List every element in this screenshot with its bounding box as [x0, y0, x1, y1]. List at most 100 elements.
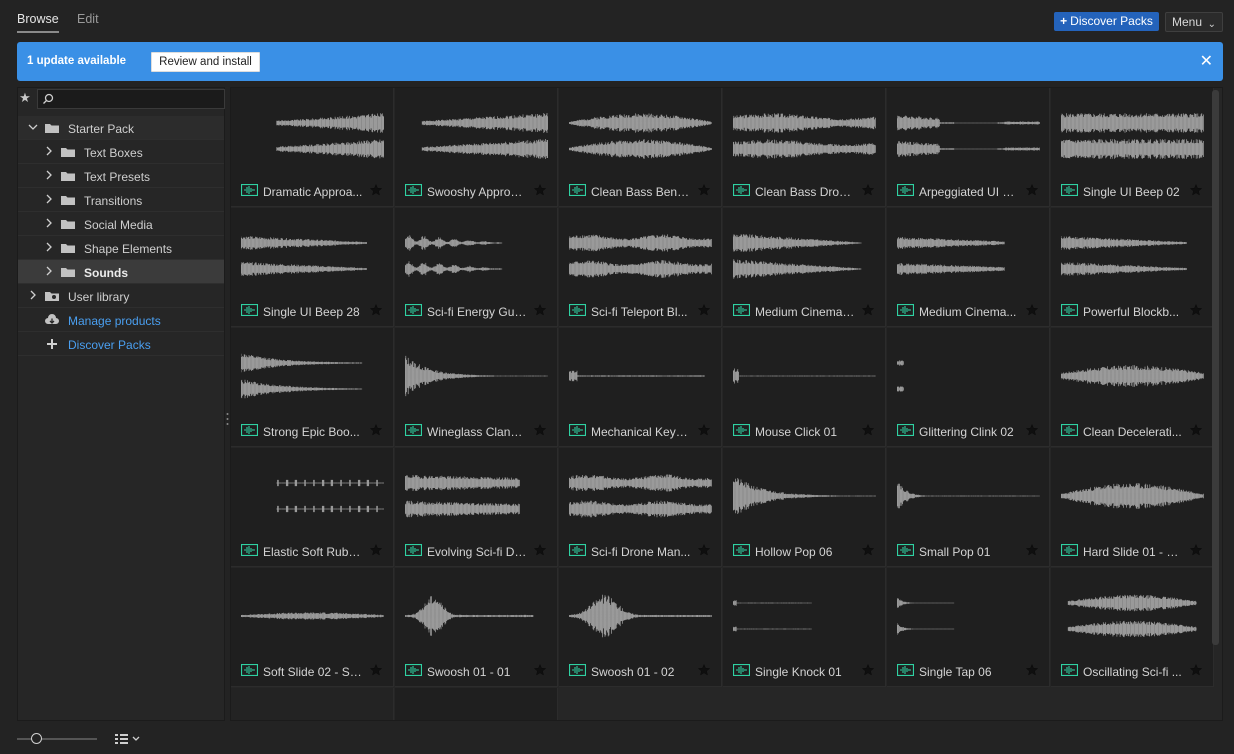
tree-item-social-media[interactable]: Social Media: [18, 212, 224, 236]
chevron-right-icon[interactable]: [28, 290, 38, 300]
favorite-star-icon[interactable]: [698, 664, 710, 676]
sound-tile[interactable]: Arpeggiated UI B...: [887, 88, 1050, 207]
sound-tile[interactable]: Powerful Blockb...: [1051, 208, 1214, 327]
sound-tile[interactable]: Swooshy Approa...: [395, 88, 558, 207]
tab-browse[interactable]: Browse: [17, 12, 59, 33]
audio-file-icon: [1061, 664, 1078, 676]
sound-title: Clean Bass Bend ...: [591, 185, 691, 199]
sound-tile[interactable]: Medium Cinemat...: [723, 208, 886, 327]
sound-tile[interactable]: Oscillating Sci-fi ...: [1051, 568, 1214, 687]
zoom-slider-track[interactable]: [17, 738, 97, 740]
chevron-right-icon[interactable]: [44, 194, 54, 204]
sound-tile[interactable]: Sci-fi Drone Man...: [559, 448, 722, 567]
search-input[interactable]: [37, 89, 225, 109]
favorite-star-icon[interactable]: [1190, 664, 1202, 676]
star-filter-icon[interactable]: ★: [18, 90, 32, 106]
discover-packs-link[interactable]: Discover Packs: [18, 332, 224, 356]
discover-packs-button[interactable]: + Discover Packs: [1054, 12, 1159, 31]
favorite-star-icon[interactable]: [1026, 664, 1038, 676]
chevron-right-icon[interactable]: [44, 170, 54, 180]
favorite-star-icon[interactable]: [1026, 544, 1038, 556]
tree-item-starter-pack[interactable]: Starter Pack: [18, 116, 224, 140]
favorite-star-icon[interactable]: [1190, 424, 1202, 436]
sound-tile[interactable]: Single UI Beep 28: [231, 208, 394, 327]
favorite-star-icon[interactable]: [534, 544, 546, 556]
sound-tile[interactable]: Wineglass Clang ...: [395, 328, 558, 447]
sound-tile[interactable]: Swoosh 01 - 01: [395, 568, 558, 687]
menu-button[interactable]: Menu ⌄: [1165, 12, 1223, 32]
sound-tile[interactable]: Mouse Click 01: [723, 328, 886, 447]
sound-tile[interactable]: Strong Epic Boo...: [231, 328, 394, 447]
favorite-star-icon[interactable]: [1026, 184, 1038, 196]
tab-edit[interactable]: Edit: [77, 12, 99, 26]
favorite-star-icon[interactable]: [862, 664, 874, 676]
sound-tile[interactable]: Sci-fi Energy Gun...: [395, 208, 558, 327]
discover-packs-label: Discover Packs: [1070, 14, 1153, 28]
sound-tile[interactable]: Elastic Soft Rubb...: [231, 448, 394, 567]
favorite-star-icon[interactable]: [534, 424, 546, 436]
sound-title: Medium Cinemat...: [755, 305, 855, 319]
favorite-star-icon[interactable]: [698, 544, 710, 556]
tree-item-transitions[interactable]: Transitions: [18, 188, 224, 212]
chevron-right-icon[interactable]: [44, 242, 54, 252]
sound-title: Single UI Beep 02: [1083, 185, 1180, 199]
chevron-down-icon[interactable]: [28, 122, 38, 132]
sound-tile[interactable]: Glittering Clink 02: [887, 328, 1050, 447]
chevron-right-icon[interactable]: [44, 266, 54, 276]
sound-tile[interactable]: Small Pop 01: [887, 448, 1050, 567]
sound-tile[interactable]: Soft Slide 02 - Sh...: [231, 568, 394, 687]
favorite-star-icon[interactable]: [370, 544, 382, 556]
favorite-star-icon[interactable]: [698, 304, 710, 316]
favorite-star-icon[interactable]: [862, 424, 874, 436]
favorite-star-icon[interactable]: [698, 184, 710, 196]
audio-file-icon: [569, 184, 586, 196]
favorite-star-icon[interactable]: [1026, 304, 1038, 316]
tree-item-text-presets[interactable]: Text Presets: [18, 164, 224, 188]
favorite-star-icon[interactable]: [370, 664, 382, 676]
view-mode-toggle[interactable]: [114, 732, 144, 746]
sound-tile[interactable]: Swoosh 01 - 02: [559, 568, 722, 687]
chevron-right-icon[interactable]: [44, 146, 54, 156]
favorite-star-icon[interactable]: [370, 424, 382, 436]
favorite-star-icon[interactable]: [1026, 424, 1038, 436]
manage-products-link[interactable]: Manage products: [18, 308, 224, 332]
scrollbar[interactable]: [1212, 90, 1219, 645]
tree-item-text-boxes[interactable]: Text Boxes: [18, 140, 224, 164]
favorite-star-icon[interactable]: [534, 664, 546, 676]
waveform-thumbnail: [404, 230, 548, 282]
review-install-button[interactable]: Review and install: [151, 52, 260, 72]
tree-item-sounds[interactable]: Sounds: [18, 260, 224, 284]
favorite-star-icon[interactable]: [862, 304, 874, 316]
close-icon[interactable]: ✕: [1200, 51, 1213, 71]
sound-tile[interactable]: Medium Cinema...: [887, 208, 1050, 327]
sound-tile[interactable]: Hard Slide 01 - S...: [1051, 448, 1214, 567]
sound-tile[interactable]: Clean Decelerati...: [1051, 328, 1214, 447]
sound-tile[interactable]: Single Tap 06: [887, 568, 1050, 687]
sound-tile[interactable]: Sci-fi Teleport Bl...: [559, 208, 722, 327]
favorite-star-icon[interactable]: [698, 424, 710, 436]
favorite-star-icon[interactable]: [862, 544, 874, 556]
sound-tile[interactable]: Hollow Pop 06: [723, 448, 886, 567]
favorite-star-icon[interactable]: [862, 184, 874, 196]
folder-icon: [61, 268, 75, 277]
audio-file-icon: [569, 544, 586, 556]
panel-splitter[interactable]: [226, 412, 229, 426]
chevron-right-icon[interactable]: [44, 218, 54, 228]
favorite-star-icon[interactable]: [370, 304, 382, 316]
sound-tile[interactable]: Dramatic Approa...: [231, 88, 394, 207]
favorite-star-icon[interactable]: [1190, 304, 1202, 316]
favorite-star-icon[interactable]: [370, 184, 382, 196]
zoom-slider-knob[interactable]: [31, 733, 42, 744]
tree-item-user-library[interactable]: User library: [18, 284, 224, 308]
sound-tile[interactable]: Clean Bass Drop ...: [723, 88, 886, 207]
favorite-star-icon[interactable]: [534, 304, 546, 316]
favorite-star-icon[interactable]: [1190, 184, 1202, 196]
sound-tile[interactable]: Evolving Sci-fi Dr...: [395, 448, 558, 567]
sound-tile[interactable]: Mechanical Keyb...: [559, 328, 722, 447]
sound-tile[interactable]: Single UI Beep 02: [1051, 88, 1214, 207]
favorite-star-icon[interactable]: [1190, 544, 1202, 556]
favorite-star-icon[interactable]: [534, 184, 546, 196]
tree-item-shape-elements[interactable]: Shape Elements: [18, 236, 224, 260]
sound-tile[interactable]: Single Knock 01: [723, 568, 886, 687]
sound-tile[interactable]: Clean Bass Bend ...: [559, 88, 722, 207]
